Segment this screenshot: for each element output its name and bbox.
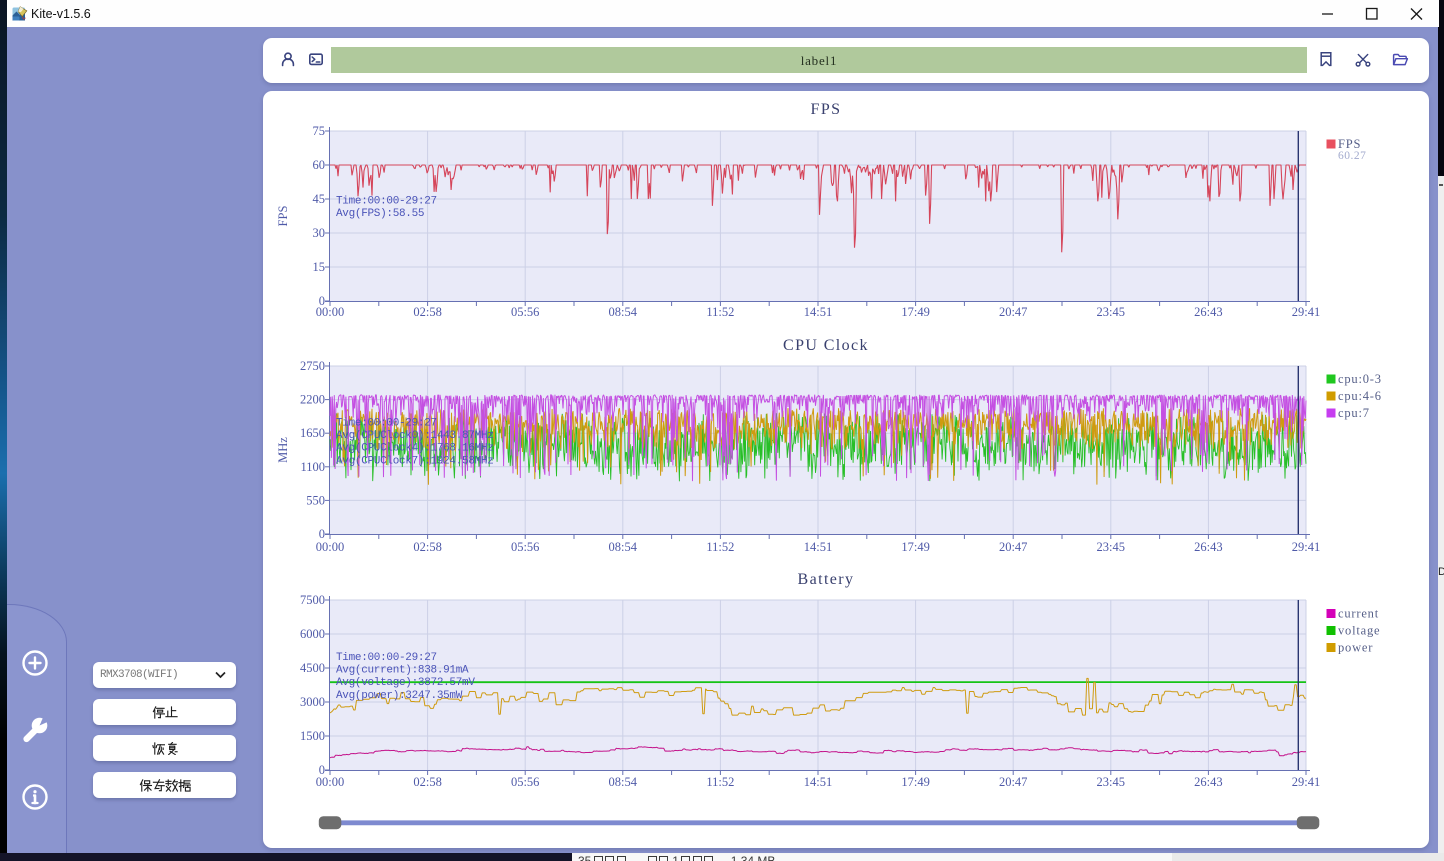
- svg-text:30: 30: [313, 226, 326, 240]
- svg-text:26:43: 26:43: [1194, 305, 1222, 319]
- svg-text:Time:00:00-29:27: Time:00:00-29:27: [336, 196, 437, 208]
- svg-text:29:41: 29:41: [1292, 305, 1320, 319]
- svg-text:Avg(current):838.91mA: Avg(current):838.91mA: [336, 665, 469, 677]
- svg-text:29:41: 29:41: [1292, 775, 1320, 789]
- svg-text:05:56: 05:56: [511, 540, 539, 554]
- svg-text:7500: 7500: [300, 593, 325, 607]
- svg-text:FPS: FPS: [811, 101, 842, 118]
- svg-text:2750: 2750: [300, 359, 325, 373]
- svg-text:Avg(CPUClock7):1924.58MHz: Avg(CPUClock7):1924.58MHz: [336, 455, 494, 467]
- svg-text:CPU Clock: CPU Clock: [783, 337, 869, 354]
- svg-text:08:54: 08:54: [609, 775, 638, 789]
- svg-text:00:00: 00:00: [316, 540, 344, 554]
- svg-text:current: current: [1338, 607, 1379, 621]
- svg-text:05:56: 05:56: [511, 775, 539, 789]
- svg-text:cpu:7: cpu:7: [1338, 406, 1370, 420]
- svg-text:4500: 4500: [300, 661, 325, 675]
- svg-text:Avg(CPUClock0):1443.87MHz: Avg(CPUClock0):1443.87MHz: [336, 430, 494, 442]
- svg-text:45: 45: [313, 192, 326, 206]
- svg-text:Avg(voltage):3872.57mV: Avg(voltage):3872.57mV: [336, 677, 475, 689]
- svg-text:14:51: 14:51: [804, 775, 832, 789]
- svg-text:Time:00:00-29:27: Time:00:00-29:27: [336, 418, 437, 430]
- svg-text:60: 60: [313, 158, 326, 172]
- svg-text:Avg(power):3247.35mW: Avg(power):3247.35mW: [336, 690, 463, 702]
- svg-text:11:52: 11:52: [706, 305, 734, 319]
- svg-text:cpu:0-3: cpu:0-3: [1338, 372, 1382, 386]
- svg-text:17:49: 17:49: [901, 775, 929, 789]
- svg-text:02:58: 02:58: [413, 540, 441, 554]
- svg-text:20:47: 20:47: [999, 305, 1027, 319]
- svg-text:29:41: 29:41: [1292, 540, 1320, 554]
- svg-text:23:45: 23:45: [1097, 775, 1125, 789]
- svg-text:power: power: [1338, 641, 1373, 655]
- svg-text:11:52: 11:52: [706, 540, 734, 554]
- svg-text:11:52: 11:52: [706, 775, 734, 789]
- svg-text:23:45: 23:45: [1097, 305, 1125, 319]
- svg-text:550: 550: [306, 493, 325, 507]
- svg-text:60.27: 60.27: [1338, 150, 1366, 162]
- svg-text:08:54: 08:54: [609, 305, 638, 319]
- svg-text:Avg(CPUClock4):1768.16MHz: Avg(CPUClock4):1768.16MHz: [336, 443, 494, 455]
- svg-text:1500: 1500: [300, 729, 325, 743]
- svg-text:1100: 1100: [300, 460, 325, 474]
- svg-text:08:54: 08:54: [609, 540, 638, 554]
- svg-text:6000: 6000: [300, 627, 325, 641]
- svg-text:0: 0: [319, 527, 325, 541]
- svg-text:FPS: FPS: [1338, 137, 1361, 151]
- svg-text:17:49: 17:49: [901, 540, 929, 554]
- svg-text:17:49: 17:49: [901, 305, 929, 319]
- svg-text:05:56: 05:56: [511, 305, 539, 319]
- svg-text:26:43: 26:43: [1194, 540, 1222, 554]
- svg-text:Battery: Battery: [798, 571, 855, 588]
- svg-text:02:58: 02:58: [413, 305, 441, 319]
- svg-text:FPS: FPS: [276, 206, 290, 227]
- svg-text:cpu:4-6: cpu:4-6: [1338, 389, 1382, 403]
- svg-text:1650: 1650: [300, 426, 325, 440]
- svg-text:Time:00:00-29:27: Time:00:00-29:27: [336, 652, 437, 664]
- svg-text:voltage: voltage: [1338, 624, 1380, 638]
- svg-text:Avg(FPS):58.55: Avg(FPS):58.55: [336, 208, 424, 220]
- svg-text:14:51: 14:51: [804, 540, 832, 554]
- svg-text:23:45: 23:45: [1097, 540, 1125, 554]
- svg-text:15: 15: [313, 260, 326, 274]
- svg-text:00:00: 00:00: [316, 775, 344, 789]
- svg-text:26:43: 26:43: [1194, 775, 1222, 789]
- svg-text:00:00: 00:00: [316, 305, 344, 319]
- svg-text:20:47: 20:47: [999, 540, 1027, 554]
- svg-text:02:58: 02:58: [413, 775, 441, 789]
- svg-text:75: 75: [313, 124, 326, 138]
- svg-text:MHz: MHz: [276, 437, 290, 463]
- svg-text:20:47: 20:47: [999, 775, 1027, 789]
- svg-text:14:51: 14:51: [804, 305, 832, 319]
- svg-text:2200: 2200: [300, 393, 325, 407]
- svg-text:3000: 3000: [300, 695, 325, 709]
